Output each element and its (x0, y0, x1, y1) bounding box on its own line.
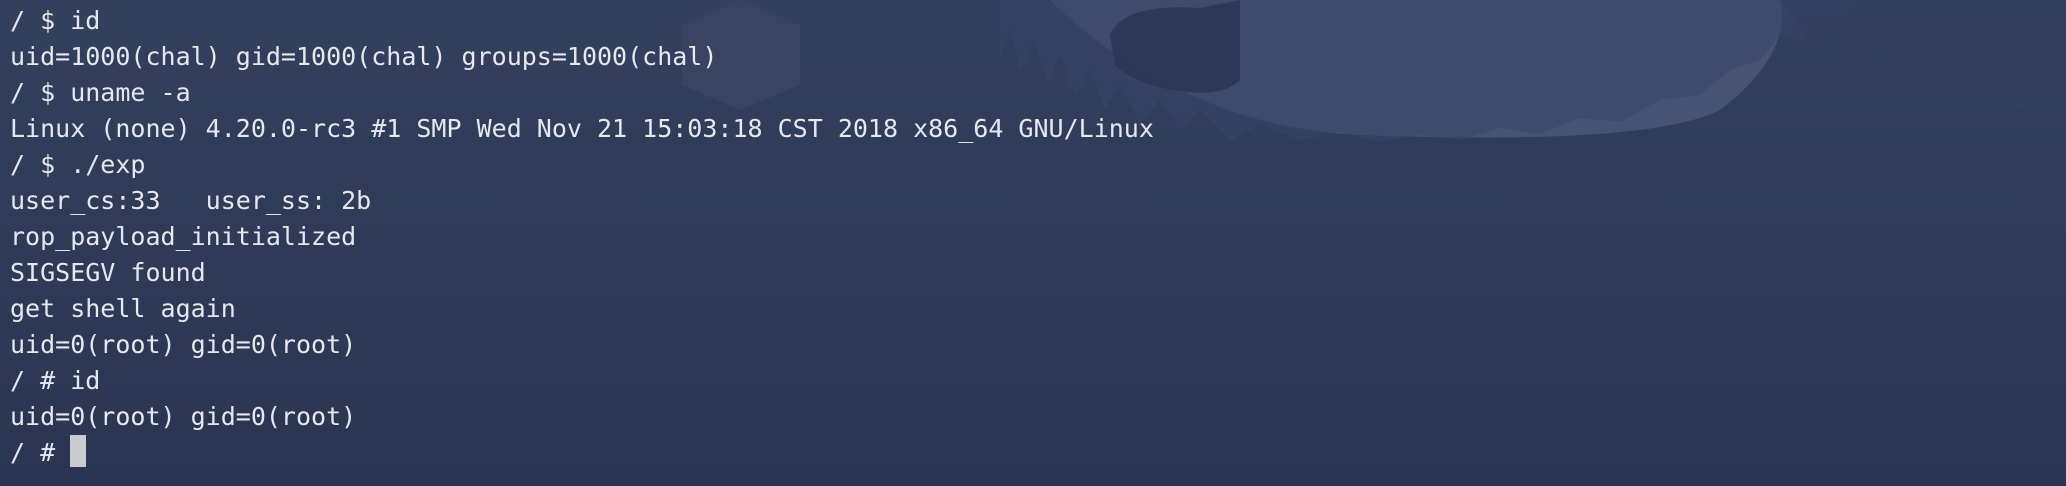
terminal-line: rop_payload_initialized (10, 222, 357, 251)
terminal-input-line[interactable]: / # (10, 435, 2066, 471)
terminal-line: / $ uname -a (10, 78, 191, 107)
terminal-line: uid=0(root) gid=0(root) (10, 402, 357, 431)
terminal-line: / $ ./exp (10, 150, 146, 179)
terminal-line: SIGSEGV found (10, 258, 206, 287)
shell-prompt: / # (10, 438, 71, 467)
terminal-line: Linux (none) 4.20.0-rc3 #1 SMP Wed Nov 2… (10, 114, 1154, 143)
terminal-line: / # id (10, 366, 101, 395)
terminal-line: uid=0(root) gid=0(root) (10, 330, 357, 359)
terminal-window[interactable]: / $ id uid=1000(chal) gid=1000(chal) gro… (0, 0, 2066, 486)
terminal-line: get shell again (10, 294, 236, 323)
terminal-line: user_cs:33 user_ss: 2b (10, 186, 372, 215)
text-cursor[interactable] (70, 435, 87, 467)
terminal-line: uid=1000(chal) gid=1000(chal) groups=100… (10, 42, 718, 71)
terminal-line: / $ id (10, 6, 101, 35)
